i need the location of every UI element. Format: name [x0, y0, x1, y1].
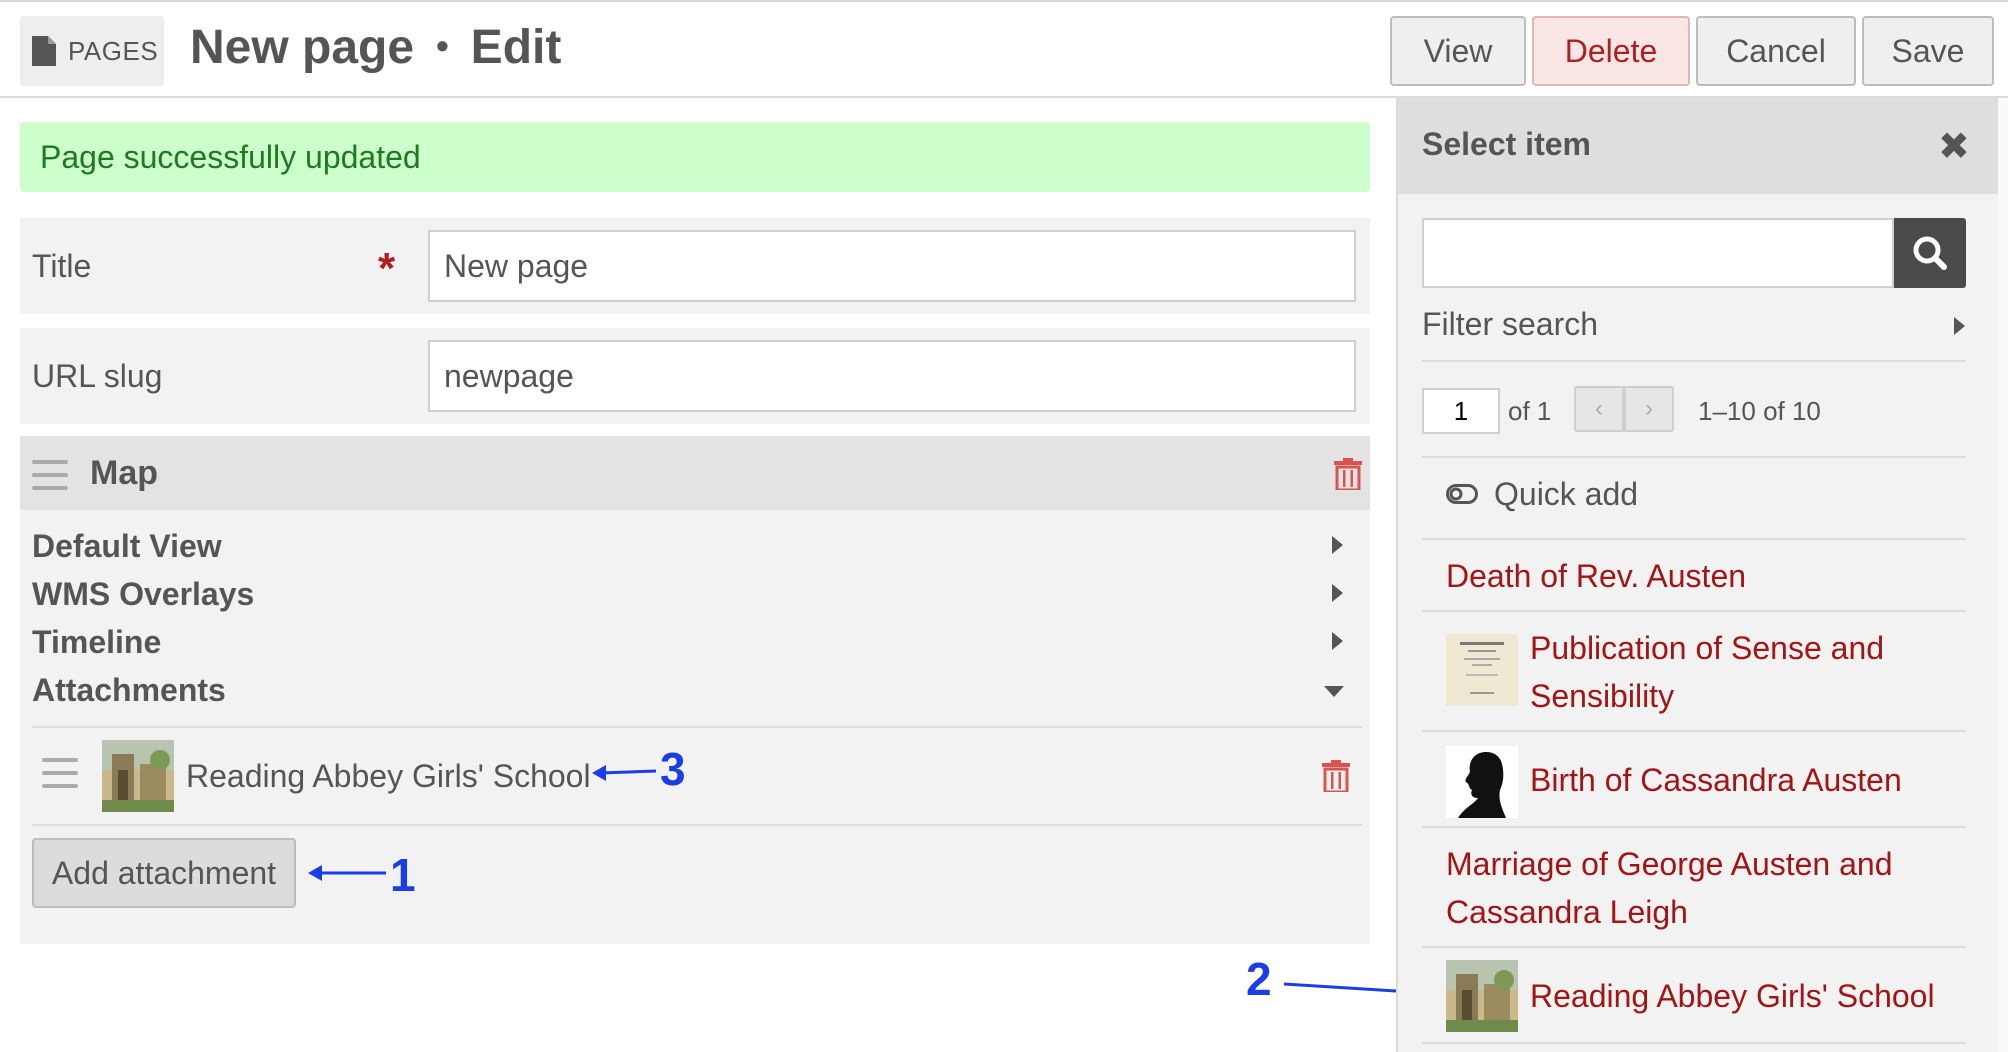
pages-section-label: PAGES: [68, 36, 159, 66]
caret-right-icon[interactable]: [1332, 632, 1343, 650]
caret-right-icon[interactable]: [1954, 317, 1965, 335]
slug-field-row: URL slug: [20, 328, 1370, 424]
page-number-input[interactable]: [1422, 388, 1500, 434]
title-input[interactable]: [428, 230, 1356, 302]
pages-section-link[interactable]: PAGES: [20, 16, 164, 86]
result-count: 1–10 of 10: [1698, 396, 1821, 426]
item-birth-of-cassandra-austen[interactable]: Birth of Cassandra Austen: [1530, 756, 1902, 804]
drag-handle-icon[interactable]: [32, 460, 68, 490]
required-marker: *: [378, 244, 396, 293]
item-marriage-george-austen[interactable]: Marriage of George Austen and Cassandra …: [1446, 840, 1946, 936]
title-separator: •: [436, 25, 449, 67]
book-page-thumbnail-icon: [1446, 634, 1518, 706]
page-mode: Edit: [470, 21, 562, 74]
search-button[interactable]: [1894, 218, 1966, 288]
divider: [1422, 456, 1966, 458]
save-button[interactable]: Save: [1862, 16, 1994, 86]
title-field-row: Title *: [20, 218, 1370, 314]
select-item-panel: Select item ✖ Filter search of 1 ‹ › 1–1…: [1396, 98, 2000, 1052]
select-item-header: Select item ✖: [1398, 98, 2000, 194]
quick-add-label[interactable]: Quick add: [1494, 476, 1638, 513]
divider: [32, 726, 1362, 728]
page-total: of 1: [1508, 396, 1552, 426]
caret-down-icon[interactable]: [1324, 686, 1344, 697]
section-timeline[interactable]: Timeline: [32, 624, 161, 661]
drag-handle-icon[interactable]: [42, 758, 78, 788]
item-publication-sense-and-sensibility[interactable]: Publication of Sense and Sensibility: [1530, 624, 1950, 720]
section-attachments[interactable]: Attachments: [32, 672, 226, 709]
annotation-number-1: 1: [390, 849, 416, 901]
divider: [1422, 1042, 1966, 1044]
view-button[interactable]: View: [1390, 16, 1526, 86]
add-attachment-button[interactable]: Add attachment: [32, 838, 296, 908]
abbey-thumbnail-icon: [102, 740, 174, 812]
item-search-input[interactable]: [1422, 218, 1894, 288]
divider: [1422, 730, 1966, 732]
slug-label: URL slug: [32, 358, 163, 394]
page-title-text: New page: [190, 21, 415, 74]
search-icon: [1913, 236, 1947, 270]
divider: [1422, 946, 1966, 948]
page-title: New page • Edit: [190, 20, 561, 75]
map-block: Map Default View WMS Overlays Timeline A…: [20, 436, 1370, 944]
attachment-name: Reading Abbey Girls' School: [186, 758, 591, 794]
trash-icon[interactable]: [1322, 760, 1350, 792]
section-wms-overlays[interactable]: WMS Overlays: [32, 576, 254, 613]
abbey-thumbnail-icon: [1446, 960, 1518, 1032]
document-icon: [32, 36, 56, 66]
map-block-header: Map: [20, 436, 1370, 510]
annotation-arrow-1: [308, 865, 386, 881]
silhouette-thumbnail-icon: [1446, 746, 1518, 818]
filter-search-toggle[interactable]: Filter search: [1422, 306, 1598, 343]
chevron-right-icon: ›: [1645, 395, 1653, 422]
item-reading-abbey-girls-school[interactable]: Reading Abbey Girls' School: [1530, 972, 1935, 1020]
success-message: Page successfully updated: [40, 138, 421, 175]
chevron-left-icon: ‹: [1595, 395, 1603, 422]
success-alert: Page successfully updated: [20, 122, 1370, 192]
item-death-of-rev-austen[interactable]: Death of Rev. Austen: [1446, 552, 1746, 600]
slug-input[interactable]: [428, 340, 1356, 412]
next-page-button[interactable]: ›: [1624, 386, 1674, 432]
divider: [1422, 538, 1966, 540]
trash-icon[interactable]: [1334, 458, 1362, 490]
prev-page-button[interactable]: ‹: [1574, 386, 1624, 432]
select-item-title: Select item: [1422, 126, 1591, 162]
annotation-number-2: 2: [1246, 953, 1272, 1005]
toggle-off-icon[interactable]: [1446, 484, 1478, 504]
cancel-button[interactable]: Cancel: [1696, 16, 1856, 86]
title-label: Title: [32, 248, 92, 284]
divider: [32, 824, 1362, 826]
map-block-title: Map: [90, 454, 158, 492]
delete-button[interactable]: Delete: [1532, 16, 1690, 86]
caret-right-icon[interactable]: [1332, 536, 1343, 554]
scrollbar[interactable]: [1998, 98, 2008, 1052]
caret-right-icon[interactable]: [1332, 584, 1343, 602]
divider: [1422, 826, 1966, 828]
annotation-number-3: 3: [660, 743, 686, 795]
divider: [1422, 360, 1966, 362]
page-header: PAGES New page • Edit View Delete Cancel S…: [0, 2, 2008, 98]
section-default-view[interactable]: Default View: [32, 528, 222, 565]
annotation-arrow-3: [592, 765, 657, 781]
divider: [1422, 610, 1966, 612]
close-icon[interactable]: ✖: [1938, 124, 1970, 169]
